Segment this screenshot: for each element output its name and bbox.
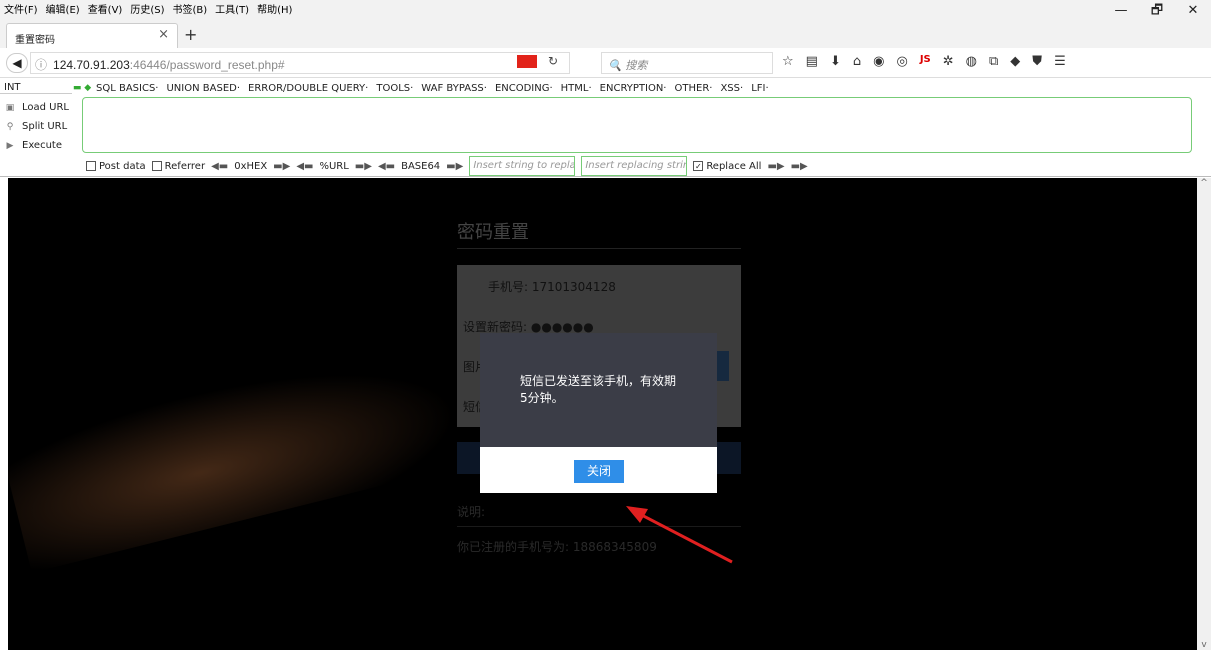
load-url-icon: ▣	[5, 102, 15, 113]
dialog-message: 短信已发送至该手机，有效期5分钟。	[520, 374, 677, 405]
type-select[interactable]: INT	[0, 82, 72, 94]
navigation-bar: ◀ ⓘ 124.70.91.203:46446/password_reset.ph…	[0, 48, 1211, 78]
phone-label: 手机号: 17101304128	[488, 280, 616, 294]
page-title: 密码重置	[457, 218, 741, 249]
base64-encode-icon[interactable]: ▬▶	[446, 161, 463, 172]
tab-title: 重置密码	[15, 35, 55, 46]
referrer-checkbox[interactable]: Referrer	[151, 160, 205, 172]
addon-icon[interactable]: ◆	[1010, 54, 1020, 69]
menu-sql-basics[interactable]: SQL BASICS·	[92, 83, 162, 94]
hackbar-actions: ▣ Load URL ⚲ Split URL ▶ Execute	[4, 98, 78, 155]
reload-icon[interactable]: ↻	[548, 54, 558, 68]
download-icon[interactable]: ⬇	[830, 54, 841, 69]
replace-go-icon[interactable]: ▬▶	[767, 161, 784, 172]
registered-phone-text: 你已注册的手机号为: 18868345809	[457, 540, 657, 554]
menu-xss[interactable]: XSS·	[716, 83, 747, 94]
home-icon[interactable]: ⌂	[853, 54, 861, 69]
base64-label: BASE64	[401, 160, 441, 172]
menu-html[interactable]: HTML·	[557, 83, 596, 94]
shield-icon[interactable]: ⛊	[1032, 54, 1042, 69]
url-path: :46446/password_reset.php#	[129, 58, 285, 72]
search-box[interactable]: 🔍 搜索	[601, 52, 773, 74]
reader-icon[interactable]: ▤	[806, 54, 818, 69]
china-flag-icon[interactable]	[517, 55, 537, 68]
tab-bar: 重置密码 × +	[0, 16, 1211, 48]
menu-bookmarks[interactable]: 书签(B)	[169, 1, 212, 16]
hex-decode-icon[interactable]: ◀▬	[211, 161, 228, 172]
menu-history[interactable]: 历史(S)	[126, 1, 168, 16]
note-label: 说明:	[457, 503, 741, 527]
menu-tools[interactable]: 工具(T)	[211, 1, 253, 16]
menu-lfi[interactable]: LFI·	[747, 83, 772, 94]
hamburger-menu-icon[interactable]: ☰	[1054, 54, 1066, 69]
toolbar-icons: ☆ ▤ ⬇ ⌂ ◉ ◎ JS ✲ ◍ ⧉ ◆ ⛊ ☰	[782, 54, 1066, 69]
url-decode-icon[interactable]: ◀▬	[296, 161, 313, 172]
menu-view[interactable]: 查看(V)	[84, 1, 127, 16]
back-arrow-icon[interactable]: ◀	[6, 53, 28, 73]
close-tab-icon[interactable]: ×	[158, 27, 169, 42]
menu-bar: 文件(F) 编辑(E) 查看(V) 历史(S) 书签(B) 工具(T) 帮助(H…	[0, 0, 1211, 16]
url-bar[interactable]: ⓘ 124.70.91.203:46446/password_reset.php#	[30, 52, 570, 74]
search-placeholder: 搜索	[625, 59, 648, 72]
hex-label: 0xHEX	[234, 160, 268, 172]
load-url-button[interactable]: ▣ Load URL	[4, 98, 78, 117]
menu-tools-hackbar[interactable]: TOOLS·	[372, 83, 417, 94]
hackbar-options: Post data Referrer ◀▬ 0xHEX ▬▶ ◀▬ %URL ▬…	[86, 156, 808, 176]
menu-waf-bypass[interactable]: WAF BYPASS·	[417, 83, 491, 94]
replacing-string-input[interactable]: Insert replacing string	[581, 156, 688, 176]
hackbar-panel: INT ▬ ◆ SQL BASICS· UNION BASED· ERROR/D…	[0, 78, 1211, 177]
split-url-button[interactable]: ⚲ Split URL	[4, 117, 78, 136]
execute-icon: ▶	[6, 140, 14, 151]
hackbar-url-textarea[interactable]	[82, 97, 1192, 153]
dialog-footer: 关闭	[480, 447, 717, 493]
js-toggle-icon[interactable]: JS	[920, 54, 931, 69]
proxy-icon[interactable]: ◍	[966, 54, 977, 69]
replace-all-checkbox[interactable]: ✓ Replace All	[693, 160, 761, 172]
execute-label: Execute	[22, 140, 62, 151]
split-url-icon: ⚲	[6, 121, 14, 132]
replace-string-input[interactable]: Insert string to replace	[469, 156, 576, 176]
execute-button[interactable]: ▶ Execute	[4, 136, 78, 155]
bookmark-star-icon[interactable]: ☆	[782, 54, 794, 69]
url-host: 124.70.91.203	[53, 58, 130, 72]
menu-encoding[interactable]: ENCODING·	[491, 83, 557, 94]
screenshot-icon[interactable]: ⧉	[989, 54, 998, 69]
menu-other[interactable]: OTHER·	[671, 83, 717, 94]
hackbar-menu: INT ▬ ◆ SQL BASICS· UNION BASED· ERROR/D…	[0, 80, 773, 96]
menu-help[interactable]: 帮助(H)	[253, 1, 296, 16]
new-password-label: 设置新密码:	[463, 320, 528, 334]
url-encode-icon[interactable]: ▬▶	[355, 161, 372, 172]
menu-error-double-query[interactable]: ERROR/DOUBLE QUERY·	[244, 83, 372, 94]
extension-icon[interactable]: ✲	[943, 54, 954, 69]
background-particles	[8, 323, 488, 573]
globe-icon[interactable]: ◉	[873, 54, 884, 69]
info-icon[interactable]: ⓘ	[35, 58, 47, 72]
split-url-label: Split URL	[22, 121, 68, 132]
hex-encode-icon[interactable]: ▬▶	[273, 161, 290, 172]
base64-decode-icon[interactable]: ◀▬	[378, 161, 395, 172]
palette-icon[interactable]: ◎	[896, 54, 907, 69]
post-data-checkbox[interactable]: Post data	[86, 160, 146, 172]
vertical-scrollbar[interactable]: ^ v	[1197, 178, 1211, 650]
menu-edit[interactable]: 编辑(E)	[42, 1, 84, 16]
url-label: %URL	[319, 160, 349, 172]
replace-next-icon[interactable]: ▬▶	[791, 161, 808, 172]
menu-union-based[interactable]: UNION BASED·	[162, 83, 244, 94]
tab-password-reset[interactable]: 重置密码 ×	[6, 23, 178, 48]
sms-sent-dialog: 短信已发送至该手机，有效期5分钟。 关闭	[480, 333, 717, 493]
menu-file[interactable]: 文件(F)	[0, 1, 42, 16]
load-url-label: Load URL	[22, 102, 70, 113]
status-dots-icon: ▬ ◆	[72, 83, 92, 93]
scroll-down-icon[interactable]: v	[1197, 640, 1211, 650]
scroll-up-icon[interactable]: ^	[1197, 178, 1211, 188]
menu-encryption[interactable]: ENCRYPTION·	[596, 83, 671, 94]
new-tab-icon[interactable]: +	[184, 25, 197, 44]
password-field[interactable]: ●●●●●●	[531, 320, 594, 334]
close-dialog-button[interactable]: 关闭	[574, 460, 624, 483]
